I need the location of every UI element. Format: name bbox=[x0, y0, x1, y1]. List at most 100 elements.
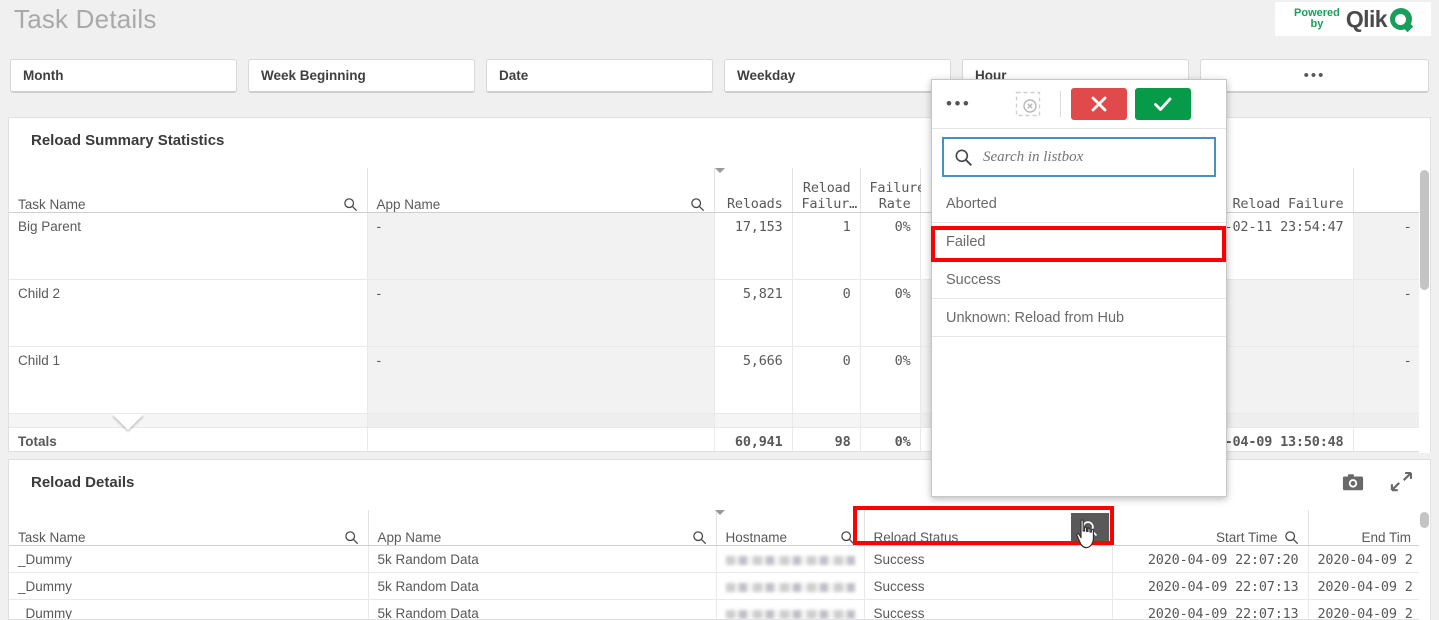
cell-end-time: 2020-04-09 2 bbox=[1308, 600, 1419, 620]
totals-reloads: 60,941 bbox=[714, 428, 792, 452]
cell-tail: - bbox=[1353, 280, 1419, 347]
column-label: Hostname bbox=[726, 530, 788, 545]
cell-app-name: - bbox=[367, 213, 714, 280]
details-col-start-time[interactable]: Start Time bbox=[1112, 510, 1308, 546]
toolbar-divider bbox=[1060, 91, 1061, 117]
details-col-task-name[interactable]: Task Name bbox=[9, 510, 368, 546]
cell-failure-rate: 0% bbox=[860, 347, 920, 414]
confirm-selection-button[interactable] bbox=[1135, 88, 1191, 120]
snapshot-icon[interactable] bbox=[1342, 472, 1364, 492]
totals-app-name bbox=[367, 428, 714, 452]
listbox-items: Aborted Failed Success Unknown: Reload f… bbox=[932, 185, 1226, 337]
cell-end-time: 2020-04-09 2 bbox=[1308, 573, 1419, 600]
powered-by-text: Poweredby bbox=[1294, 8, 1340, 30]
listbox-item-failed[interactable]: Failed bbox=[932, 223, 1226, 261]
details-col-app-name[interactable]: App Name bbox=[368, 510, 716, 546]
search-icon[interactable] bbox=[692, 530, 707, 545]
totals-tail bbox=[1353, 428, 1419, 452]
cell-reload-failures: 0 bbox=[792, 347, 860, 414]
scrollbar-thumb[interactable] bbox=[1420, 170, 1429, 290]
popup-pointer bbox=[112, 414, 144, 430]
column-label: Failure Rate bbox=[870, 180, 926, 212]
cell-hostname bbox=[716, 573, 864, 600]
details-header-row: Task Name App Name Hostname bbox=[9, 510, 1419, 546]
details-col-end-time[interactable]: End Tim bbox=[1308, 510, 1419, 546]
details-vertical-scrollbar[interactable] bbox=[1419, 510, 1430, 620]
listbox-search-box[interactable] bbox=[942, 137, 1216, 177]
summary-col-tail[interactable] bbox=[1353, 168, 1419, 213]
cell-failure-rate: 0% bbox=[860, 213, 920, 280]
summary-col-reloads[interactable]: Reloads bbox=[714, 168, 792, 213]
cell-reloads: 5,666 bbox=[714, 347, 792, 414]
qlik-brand-badge: Poweredby Qlik bbox=[1275, 2, 1431, 36]
column-label: Reload Failur… bbox=[802, 180, 858, 212]
column-label: App Name bbox=[378, 530, 442, 545]
column-label: Task Name bbox=[18, 530, 86, 545]
cell-app-name: - bbox=[367, 347, 714, 414]
cancel-selection-button[interactable] bbox=[1071, 88, 1127, 120]
table-row[interactable]: _Dummy 5k Random Data Success 2020-04-09… bbox=[9, 600, 1419, 620]
check-icon bbox=[1151, 92, 1175, 116]
column-label: Task Name bbox=[18, 197, 86, 212]
search-icon[interactable] bbox=[690, 197, 705, 212]
cell-task-name: _Dummy bbox=[9, 546, 368, 573]
listbox-toolbar: ••• bbox=[932, 80, 1226, 129]
reload-details-toolbar bbox=[1342, 472, 1412, 492]
hostname-redacted bbox=[726, 583, 855, 592]
search-icon[interactable] bbox=[1284, 530, 1299, 545]
filter-item-week-beginning[interactable]: Week Beginning bbox=[248, 59, 475, 93]
cell-reload-failures: 1 bbox=[792, 213, 860, 280]
clear-selection-button[interactable] bbox=[1002, 91, 1054, 117]
close-icon bbox=[1088, 93, 1110, 115]
listbox-item-success[interactable]: Success bbox=[932, 261, 1226, 299]
listbox-item-unknown-reload-from-hub[interactable]: Unknown: Reload from Hub bbox=[932, 299, 1226, 337]
cell-task-name: _Dummy bbox=[9, 600, 368, 620]
details-col-hostname[interactable]: Hostname bbox=[716, 510, 864, 546]
cell-hostname bbox=[716, 600, 864, 620]
column-label: App Name bbox=[377, 197, 441, 212]
scrollbar-thumb[interactable] bbox=[1420, 512, 1429, 528]
column-label: Reload Status bbox=[874, 530, 959, 545]
search-icon[interactable] bbox=[344, 530, 359, 545]
cell-start-time: 2020-04-09 22:07:13 bbox=[1112, 573, 1308, 600]
reload-status-listbox-popup: ••• bbox=[931, 79, 1227, 497]
column-label: End Tim bbox=[1361, 530, 1411, 545]
filter-item-weekday[interactable]: Weekday bbox=[724, 59, 951, 93]
totals-failure-rate: 0% bbox=[860, 428, 920, 452]
summary-col-reload-failures[interactable]: Reload Failur… bbox=[792, 168, 860, 213]
cell-hostname bbox=[716, 546, 864, 573]
search-input[interactable] bbox=[981, 148, 1204, 167]
qlik-q-icon bbox=[1390, 8, 1412, 30]
cell-task-name: Child 2 bbox=[9, 280, 367, 347]
cell-app-name: - bbox=[367, 280, 714, 347]
summary-vertical-scrollbar[interactable] bbox=[1419, 168, 1430, 453]
filter-label: Week Beginning bbox=[261, 68, 366, 83]
cell-task-name: Child 1 bbox=[9, 347, 367, 414]
filter-item-month[interactable]: Month bbox=[10, 59, 237, 93]
cell-reloads: 5,821 bbox=[714, 280, 792, 347]
filter-label: Date bbox=[499, 68, 528, 83]
column-label: Start Time bbox=[1216, 530, 1278, 545]
cell-reloads: 17,153 bbox=[714, 213, 792, 280]
search-icon bbox=[954, 148, 973, 167]
clear-selection-icon bbox=[1015, 91, 1041, 117]
table-row[interactable]: _Dummy 5k Random Data Success 2020-04-09… bbox=[9, 573, 1419, 600]
fullscreen-icon[interactable] bbox=[1390, 472, 1412, 492]
listbox-item-aborted[interactable]: Aborted bbox=[932, 185, 1226, 223]
summary-col-task-name[interactable]: Task Name bbox=[9, 168, 367, 213]
summary-col-failure-rate[interactable]: Failure Rate bbox=[860, 168, 920, 213]
filter-item-more[interactable]: ••• bbox=[1200, 59, 1429, 93]
search-icon[interactable] bbox=[343, 197, 358, 212]
search-icon[interactable] bbox=[840, 530, 855, 545]
page-title: Task Details bbox=[14, 4, 157, 35]
table-row[interactable]: _Dummy 5k Random Data Success 2020-04-09… bbox=[9, 546, 1419, 573]
cell-app-name: 5k Random Data bbox=[368, 546, 716, 573]
summary-col-app-name[interactable]: App Name bbox=[367, 168, 714, 213]
filter-item-date[interactable]: Date bbox=[486, 59, 713, 93]
filter-label: Weekday bbox=[737, 68, 795, 83]
column-label: Reloads bbox=[727, 196, 783, 212]
cell-end-time: 2020-04-09 2 bbox=[1308, 546, 1419, 573]
reload-details-table: Task Name App Name Hostname bbox=[9, 510, 1419, 619]
details-table-wrap: Task Name App Name Hostname bbox=[9, 510, 1419, 619]
cell-failure-rate: 0% bbox=[860, 280, 920, 347]
